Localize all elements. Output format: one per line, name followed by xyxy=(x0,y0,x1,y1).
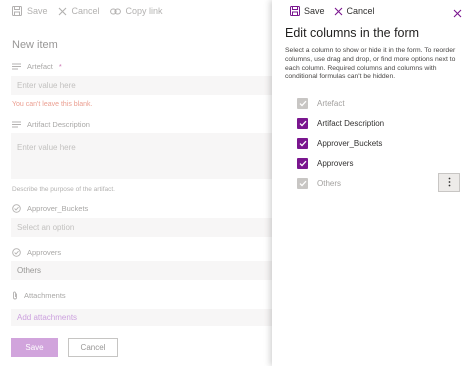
attachments-label: Attachments xyxy=(12,291,66,300)
more-options-icon xyxy=(448,174,451,192)
text-field-icon xyxy=(12,121,21,128)
attachment-icon xyxy=(12,291,18,300)
save-button-label: Save xyxy=(25,343,44,352)
checkmark-icon xyxy=(299,94,307,112)
panel-title: Edit columns in the form xyxy=(285,26,420,40)
form-save-command[interactable]: Save xyxy=(12,6,48,16)
save-button[interactable]: Save xyxy=(11,338,58,357)
approvers-label: Approvers xyxy=(12,248,61,257)
column-label-approver-buckets: Approver_Buckets xyxy=(317,138,383,148)
save-icon xyxy=(290,6,300,16)
checkmark-icon xyxy=(299,174,307,192)
artefact-label: Artefact * xyxy=(12,62,62,71)
artifact-description-placeholder: Enter value here xyxy=(17,143,76,152)
checkmark-icon xyxy=(299,154,307,172)
column-checkbox-artefact xyxy=(297,97,308,109)
column-row-approver-buckets[interactable]: Approver_Buckets xyxy=(297,137,382,149)
panel-toolbar: Save Cancel xyxy=(290,4,375,18)
approver-buckets-label-text: Approver_Buckets xyxy=(27,204,89,213)
artefact-input[interactable]: Enter value here xyxy=(11,76,276,95)
approvers-select[interactable]: Others xyxy=(11,261,276,280)
form-cancel-command[interactable]: Cancel xyxy=(58,6,100,16)
save-icon xyxy=(12,6,22,16)
choice-field-icon xyxy=(12,248,21,257)
form-title: New item xyxy=(12,39,58,51)
artefact-label-text: Artefact xyxy=(27,62,53,71)
cancel-button[interactable]: Cancel xyxy=(68,338,118,357)
column-checkbox-artifact-description[interactable] xyxy=(297,117,308,129)
approver-buckets-select[interactable]: Select an option xyxy=(11,218,276,237)
add-attachments-button[interactable]: Add attachments xyxy=(11,309,276,326)
artifact-description-input[interactable]: Enter value here xyxy=(11,133,276,179)
attachments-label-text: Attachments xyxy=(24,291,66,300)
copy-link-command[interactable]: Copy link xyxy=(109,6,163,16)
panel-cancel-command[interactable]: Cancel xyxy=(334,6,375,16)
text-field-icon xyxy=(12,63,21,70)
approver-buckets-label: Approver_Buckets xyxy=(12,204,88,213)
column-checkbox-others xyxy=(297,177,308,189)
approvers-value: Others xyxy=(17,266,42,275)
panel-description: Select a column to show or hide it in th… xyxy=(285,47,456,81)
column-label-artefact: Artefact xyxy=(317,98,345,108)
checkmark-icon xyxy=(299,134,307,152)
choice-field-icon xyxy=(12,204,21,213)
column-label-artifact-description: Artifact Description xyxy=(317,118,385,128)
approver-buckets-placeholder: Select an option xyxy=(17,223,75,232)
copy-link-icon xyxy=(109,7,121,16)
close-icon xyxy=(453,5,462,22)
form-cancel-label: Cancel xyxy=(71,6,100,16)
panel-save-command[interactable]: Save xyxy=(290,6,325,16)
cancel-button-label: Cancel xyxy=(80,343,106,352)
artefact-placeholder: Enter value here xyxy=(17,81,76,90)
artifact-description-help: Describe the purpose of the artifact. xyxy=(12,186,115,193)
column-label-approvers: Approvers xyxy=(317,158,354,168)
form-save-label: Save xyxy=(27,6,48,16)
add-attachments-label: Add attachments xyxy=(17,313,78,322)
column-checkbox-approvers[interactable] xyxy=(297,157,308,169)
close-panel-button[interactable] xyxy=(453,5,462,23)
artifact-description-label: Artifact Description xyxy=(12,120,90,129)
artefact-error: You can't leave this blank. xyxy=(12,101,93,108)
approvers-label-text: Approvers xyxy=(27,248,62,257)
cancel-icon xyxy=(334,7,343,16)
form-toolbar: Save Cancel Copy link xyxy=(0,0,280,22)
column-more-options-button[interactable] xyxy=(438,173,460,192)
artifact-description-label-text: Artifact Description xyxy=(27,120,90,129)
column-row-artifact-description[interactable]: Artifact Description xyxy=(297,117,384,129)
column-row-others: Others xyxy=(297,177,341,189)
column-row-approvers[interactable]: Approvers xyxy=(297,157,353,169)
checkmark-icon xyxy=(299,114,307,132)
copy-link-label: Copy link xyxy=(125,6,163,16)
required-mark: * xyxy=(58,62,62,71)
column-label-others: Others xyxy=(317,178,342,188)
column-checkbox-approver-buckets[interactable] xyxy=(297,137,308,149)
column-row-artefact: Artefact xyxy=(297,97,345,109)
edit-columns-panel: Save Cancel Edit columns in the form Sel… xyxy=(272,0,474,366)
panel-cancel-label: Cancel xyxy=(346,6,375,16)
cancel-icon xyxy=(58,7,67,16)
panel-save-label: Save xyxy=(304,6,325,16)
